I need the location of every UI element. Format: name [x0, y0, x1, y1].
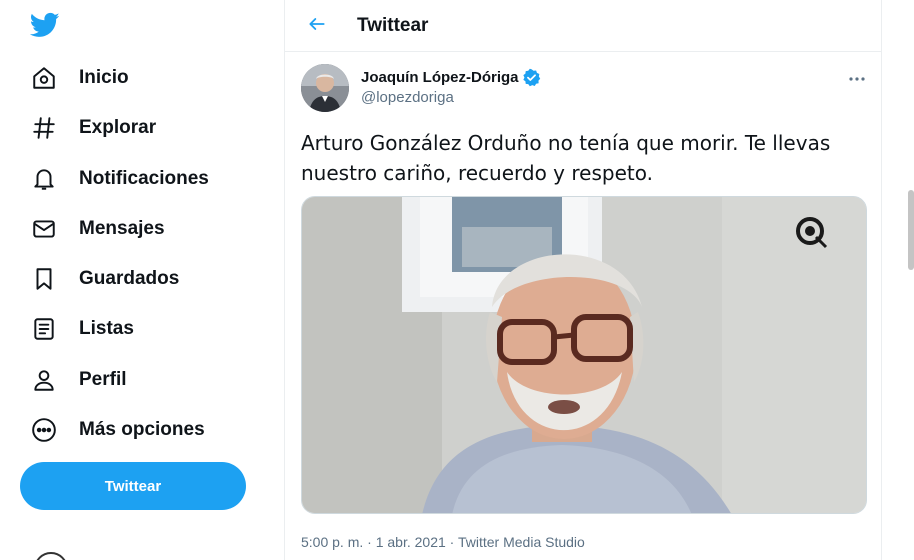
tweet-timestamp: 5:00 p. m. · 1 abr. 2021 · Twitter Media…	[301, 534, 585, 550]
tweet-date[interactable]: 1 abr. 2021	[376, 534, 446, 550]
back-button[interactable]	[301, 10, 333, 42]
bookmark-icon	[31, 266, 57, 292]
compose-tweet-button[interactable]: Twittear	[20, 462, 246, 510]
page-header: Twittear	[285, 0, 883, 52]
bell-icon	[31, 166, 57, 192]
author-name-text: Joaquín López-Dóriga	[361, 69, 519, 86]
more-circle-icon	[31, 417, 57, 443]
envelope-icon	[31, 216, 57, 242]
nav-label: Más opciones	[79, 419, 205, 440]
nav-label: Inicio	[79, 67, 129, 88]
nav-item-perfil[interactable]: Perfil	[22, 358, 127, 402]
tweet-time[interactable]: 5:00 p. m.	[301, 534, 363, 550]
nav-label: Perfil	[79, 369, 127, 390]
list-icon	[31, 316, 57, 342]
scrollbar-thumb[interactable]	[908, 190, 914, 270]
page-title: Twittear	[357, 15, 429, 36]
nav-item-inicio[interactable]: Inicio	[22, 56, 129, 100]
video-frame	[302, 197, 866, 513]
nav-item-guardados[interactable]: Guardados	[22, 257, 179, 301]
author-name[interactable]: Joaquín López-Dóriga	[361, 68, 541, 87]
person-icon	[31, 367, 57, 393]
nav-item-mensajes[interactable]: Mensajes	[22, 207, 165, 251]
nav-item-notificaciones[interactable]: Notificaciones	[22, 157, 209, 201]
twitter-logo-icon[interactable]	[29, 10, 60, 40]
account-avatar[interactable]	[34, 552, 68, 560]
nav-item-listas[interactable]: Listas	[22, 307, 134, 351]
hashtag-icon	[31, 115, 57, 141]
nav-label: Explorar	[79, 117, 157, 138]
main-column: Twittear Joaquín López-Dóriga @lopezdori…	[284, 0, 883, 560]
tweet-video[interactable]	[301, 196, 867, 514]
nav-item-mas-opciones[interactable]: Más opciones	[22, 408, 205, 452]
tweet-source[interactable]: Twitter Media Studio	[458, 534, 585, 550]
separator: ·	[367, 534, 372, 550]
arrow-left-icon	[307, 14, 327, 39]
more-options-button[interactable]	[845, 66, 869, 86]
tweet-text: Arturo González Orduño no tenía que mori…	[301, 131, 831, 185]
nav-label: Notificaciones	[79, 168, 209, 189]
nav-label: Mensajes	[79, 218, 165, 239]
sidebar: Inicio Explorar Notificaciones Mensajes …	[0, 0, 284, 560]
verified-badge-icon	[522, 68, 541, 87]
right-gutter	[882, 0, 914, 560]
ellipsis-icon	[848, 66, 866, 87]
author-avatar[interactable]	[301, 64, 349, 112]
home-icon	[31, 65, 57, 91]
nav-item-explorar[interactable]: Explorar	[22, 106, 156, 150]
nav-label: Guardados	[79, 268, 180, 289]
nav-label: Listas	[79, 318, 134, 339]
author-handle[interactable]: @lopezdoriga	[361, 89, 454, 106]
separator: ·	[449, 534, 455, 550]
